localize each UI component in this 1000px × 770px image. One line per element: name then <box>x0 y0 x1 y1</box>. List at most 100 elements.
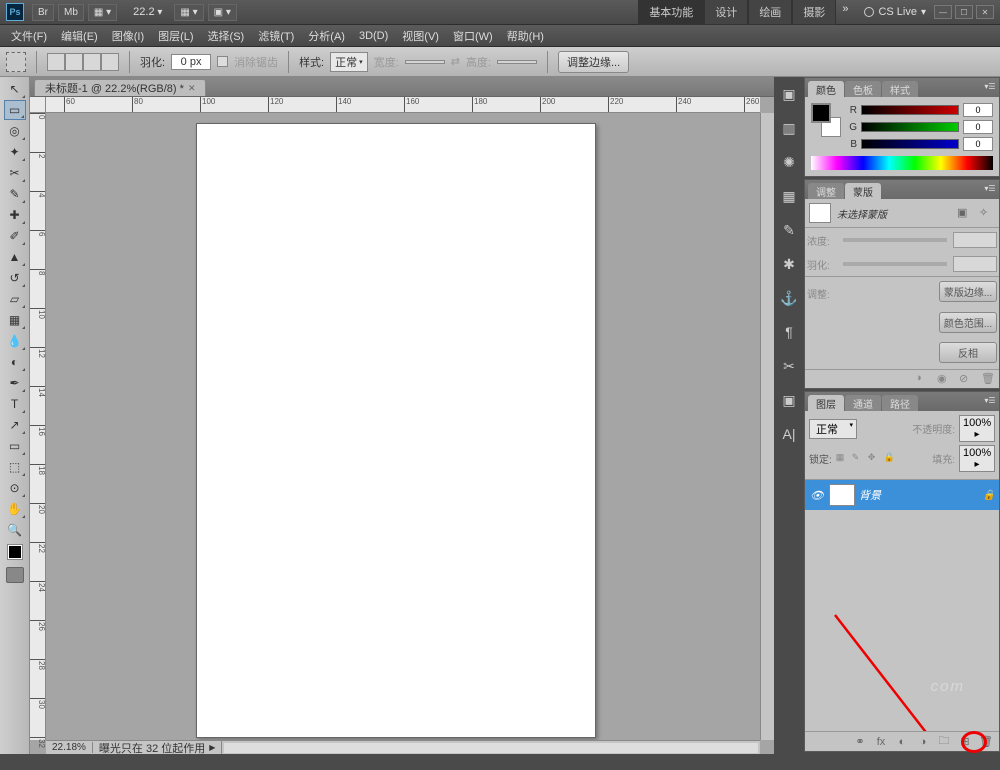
ruler-horizontal[interactable]: 6080100120140160180200220240260 <box>46 97 760 113</box>
tool-presets-icon[interactable]: ✂ <box>778 355 800 377</box>
blur-tool[interactable]: 💧 <box>4 331 26 351</box>
layer-mask-icon[interactable]: ◐ <box>895 735 909 749</box>
status-zoom[interactable]: 22.18% <box>46 742 93 753</box>
move-tool[interactable]: ↖ <box>4 79 26 99</box>
scrollbar-horizontal[interactable]: 22.18% 曝光只在 32 位起作用▶ <box>46 740 760 754</box>
tab-layers[interactable]: 图层 <box>808 395 844 411</box>
visibility-toggle[interactable]: 👁 <box>809 489 825 502</box>
selection-subtract-icon[interactable] <box>83 53 101 71</box>
history-brush-tool[interactable]: ↺ <box>4 268 26 288</box>
fill-input[interactable]: 100% ▸ <box>959 445 995 472</box>
selection-intersect-icon[interactable] <box>101 53 119 71</box>
pixel-mask-icon[interactable]: ▣ <box>957 206 973 220</box>
workspace-more[interactable]: » <box>836 0 854 25</box>
menu-file[interactable]: 文件(F) <box>4 25 54 47</box>
b-slider[interactable] <box>861 139 959 149</box>
selection-add-icon[interactable] <box>65 53 83 71</box>
current-tool-icon[interactable] <box>6 52 26 72</box>
doc-tab-close[interactable]: ✕ <box>188 83 196 94</box>
eyedropper-tool[interactable]: ✎ <box>4 184 26 204</box>
color-range-button[interactable]: 颜色范围... <box>939 312 997 333</box>
adjustment-layer-icon[interactable]: ◑ <box>916 735 930 749</box>
delete-mask-icon[interactable]: 🗑 <box>981 372 995 386</box>
menu-analysis[interactable]: 分析(A) <box>301 25 352 47</box>
menu-filter[interactable]: 滤镜(T) <box>251 25 301 47</box>
tab-paths[interactable]: 路径 <box>882 395 918 411</box>
layer-list[interactable]: 👁 背景 🔒 com <box>805 479 999 731</box>
close-button[interactable]: ✕ <box>976 5 994 19</box>
menu-select[interactable]: 选择(S) <box>201 25 252 47</box>
doc-tab[interactable]: 未标题-1 @ 22.2%(RGB/8) * ✕ <box>34 79 206 96</box>
layer-thumbnail[interactable] <box>829 484 855 506</box>
menu-view[interactable]: 视图(V) <box>395 25 446 47</box>
canvas[interactable] <box>196 123 596 738</box>
zoom-tool[interactable]: 🔍 <box>4 520 26 540</box>
pen-tool[interactable]: ✒ <box>4 373 26 393</box>
workspace-photography[interactable]: 摄影 <box>792 0 836 25</box>
layer-row-background[interactable]: 👁 背景 🔒 <box>805 480 999 510</box>
dodge-tool[interactable]: ◐ <box>4 352 26 372</box>
actions-panel-icon[interactable]: ▥ <box>778 117 800 139</box>
scrollbar-vertical[interactable] <box>760 113 774 740</box>
history-panel-icon[interactable]: ▣ <box>778 83 800 105</box>
brush-panel-icon[interactable]: ✺ <box>778 151 800 173</box>
selection-new-icon[interactable] <box>47 53 65 71</box>
menu-layer[interactable]: 图层(L) <box>151 25 200 47</box>
color-panel-menu[interactable]: ▾☰ <box>983 80 997 92</box>
feather-input[interactable]: 0 px <box>171 54 211 70</box>
apply-mask-icon[interactable]: ◉ <box>937 372 951 386</box>
spectrum-bar[interactable] <box>811 156 993 170</box>
quickselect-tool[interactable]: ✦ <box>4 142 26 162</box>
foreground-color-swatch[interactable] <box>8 545 22 559</box>
bridge-button[interactable]: Br <box>32 4 54 21</box>
3d-camera-tool[interactable]: ⊙ <box>4 478 26 498</box>
lasso-tool[interactable]: ◎ <box>4 121 26 141</box>
stamp-tool[interactable]: ▲ <box>4 247 26 267</box>
b-value[interactable]: 0 <box>963 137 993 151</box>
tab-channels[interactable]: 通道 <box>845 395 881 411</box>
quick-mask-toggle[interactable] <box>6 567 24 583</box>
workspace-design[interactable]: 设计 <box>704 0 748 25</box>
r-value[interactable]: 0 <box>963 103 993 117</box>
menu-image[interactable]: 图像(I) <box>105 25 151 47</box>
new-group-icon[interactable]: 🗀 <box>937 735 951 749</box>
healing-tool[interactable]: ✚ <box>4 205 26 225</box>
type-tool[interactable]: T <box>4 394 26 414</box>
gradient-tool[interactable]: ▦ <box>4 310 26 330</box>
load-selection-icon[interactable]: ◑ <box>915 372 929 386</box>
tab-color[interactable]: 颜色 <box>808 81 844 97</box>
tab-styles[interactable]: 样式 <box>882 81 918 97</box>
paragraph-panel-icon[interactable]: ¶ <box>778 321 800 343</box>
crop-tool[interactable]: ✂ <box>4 163 26 183</box>
brushpresets-panel-icon[interactable]: ✎ <box>778 219 800 241</box>
layer-name[interactable]: 背景 <box>859 487 979 503</box>
disable-mask-icon[interactable]: ⊘ <box>959 372 973 386</box>
fg-swatch[interactable] <box>811 103 831 123</box>
style-select[interactable]: 正常 ▾ <box>330 52 368 72</box>
menu-3d[interactable]: 3D(D) <box>352 27 395 45</box>
view-grid-button[interactable]: ▦ ▾ <box>88 4 117 21</box>
tab-masks[interactable]: 蒙版 <box>845 183 881 199</box>
layers-panel-menu[interactable]: ▾☰ <box>983 394 997 406</box>
vector-mask-icon[interactable]: ✧ <box>979 206 995 220</box>
layer-style-icon[interactable]: fx <box>874 735 888 749</box>
minimize-button[interactable]: — <box>934 5 952 19</box>
shape-tool[interactable]: ▭ <box>4 436 26 456</box>
g-slider[interactable] <box>861 122 959 132</box>
cs-live[interactable]: CS Live ▾ <box>864 6 926 18</box>
3d-tool[interactable]: ⬚ <box>4 457 26 477</box>
lock-transparent-icon[interactable]: ▦ <box>836 452 850 466</box>
tab-adjustments[interactable]: 调整 <box>808 183 844 199</box>
path-select-tool[interactable]: ↗ <box>4 415 26 435</box>
screenmode-button[interactable]: ▣ ▾ <box>208 4 237 21</box>
clone-panel-icon[interactable]: ▦ <box>778 185 800 207</box>
arrange-button[interactable]: ▦ ▾ <box>174 4 203 21</box>
link-layers-icon[interactable]: ⚭ <box>853 735 867 749</box>
menu-window[interactable]: 窗口(W) <box>446 25 500 47</box>
workspace-painting[interactable]: 绘画 <box>748 0 792 25</box>
lock-pixels-icon[interactable]: ✎ <box>852 452 866 466</box>
swatches-panel-icon[interactable]: ▣ <box>778 389 800 411</box>
menu-help[interactable]: 帮助(H) <box>500 25 551 47</box>
info-panel-icon[interactable]: ✱ <box>778 253 800 275</box>
workspace-essentials[interactable]: 基本功能 <box>638 0 704 25</box>
